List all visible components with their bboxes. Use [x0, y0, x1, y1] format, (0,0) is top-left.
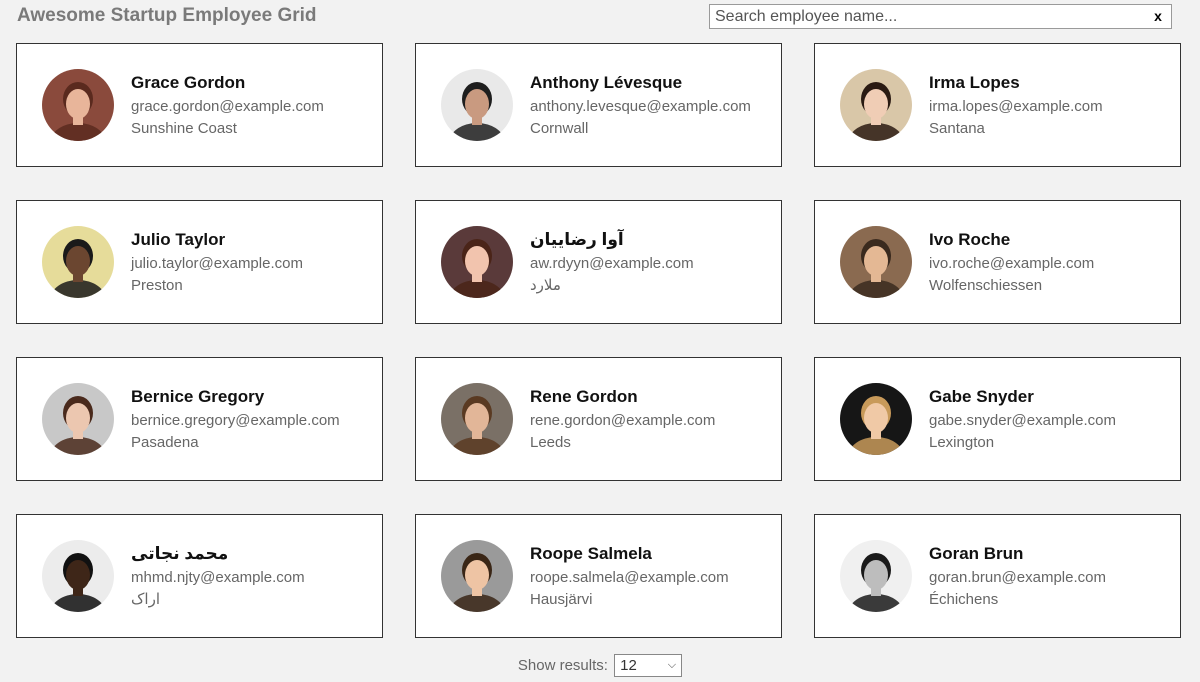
employee-card[interactable]: آوا رضاییان aw.rdyyn@example.com ملارد [415, 200, 782, 324]
clear-search-button[interactable]: x [1150, 7, 1166, 26]
employee-info: Irma Lopes irma.lopes@example.com Santana [929, 72, 1103, 139]
employee-email: irma.lopes@example.com [929, 98, 1103, 115]
employee-email: rene.gordon@example.com [530, 412, 716, 429]
search-input[interactable] [710, 5, 1145, 28]
employee-name: Anthony Lévesque [530, 73, 683, 92]
results-per-page-select[interactable]: 12 ⌵ [614, 654, 683, 677]
employee-city: Santana [929, 120, 985, 137]
avatar [441, 226, 513, 298]
employee-city: Hausjärvi [530, 591, 593, 608]
employee-card[interactable]: Anthony Lévesque anthony.levesque@example… [415, 43, 782, 167]
employee-email: bernice.gregory@example.com [131, 412, 340, 429]
avatar [441, 69, 513, 141]
employee-email: gabe.snyder@example.com [929, 412, 1116, 429]
employee-email: anthony.levesque@example.com [530, 98, 751, 115]
employee-email: aw.rdyyn@example.com [530, 255, 694, 272]
avatar [840, 69, 912, 141]
employee-name: Rene Gordon [530, 387, 638, 406]
employee-info: Gabe Snyder gabe.snyder@example.com Lexing… [929, 386, 1116, 453]
employee-city: Leeds [530, 434, 571, 451]
employee-name: Ivo Roche [929, 230, 1011, 249]
employee-city: Pasadena [131, 434, 199, 451]
employee-city: Sunshine Coast [131, 120, 237, 137]
employee-city: ملارد [530, 277, 561, 294]
employee-card[interactable]: Ivo Roche ivo.roche@example.com Wolfenschi… [814, 200, 1181, 324]
employee-info: Grace Gordon grace.gordon@example.com Suns… [131, 72, 324, 139]
employee-grid: Grace Gordon grace.gordon@example.com Suns… [16, 43, 1182, 638]
chevron-down-icon: ⌵ [667, 659, 677, 671]
employee-email: grace.gordon@example.com [131, 98, 324, 115]
employee-city: Lexington [929, 434, 995, 451]
employee-info: Bernice Gregory bernice.gregory@example.c… [131, 386, 340, 453]
results-footer: Show results: 12 ⌵ [0, 654, 1200, 677]
employee-card[interactable]: محمد نجاتی mhmd.njty@example.com اراک [16, 514, 383, 638]
employee-info: Roope Salmela roope.salmela@example.com Ha… [530, 543, 729, 610]
employee-info: Ivo Roche ivo.roche@example.com Wolfenschi… [929, 229, 1094, 296]
employee-name: Grace Gordon [131, 73, 246, 92]
employee-email: goran.brun@example.com [929, 569, 1106, 586]
employee-name: Roope Salmela [530, 544, 652, 563]
page-title: Awesome Startup Employee Grid [17, 5, 317, 26]
employee-name: آوا رضاییان [530, 230, 624, 249]
avatar [840, 226, 912, 298]
avatar [42, 540, 114, 612]
employee-info: Goran Brun goran.brun@example.com Échichen… [929, 543, 1106, 610]
employee-card[interactable]: Julio Taylor julio.taylor@example.com Pres… [16, 200, 383, 324]
employee-card[interactable]: Roope Salmela roope.salmela@example.com Ha… [415, 514, 782, 638]
employee-card[interactable]: Rene Gordon rene.gordon@example.com Leeds [415, 357, 782, 481]
employee-card[interactable]: Bernice Gregory bernice.gregory@example.c… [16, 357, 383, 481]
employee-card[interactable]: Goran Brun goran.brun@example.com Échichen… [814, 514, 1181, 638]
employee-card[interactable]: Grace Gordon grace.gordon@example.com Suns… [16, 43, 383, 167]
employee-info: آوا رضاییان aw.rdyyn@example.com ملارد [530, 229, 694, 296]
employee-email: ivo.roche@example.com [929, 255, 1095, 272]
employee-info: Anthony Lévesque anthony.levesque@example… [530, 72, 751, 139]
employee-city: Cornwall [530, 120, 589, 137]
avatar [441, 383, 513, 455]
avatar [441, 540, 513, 612]
avatar [840, 383, 912, 455]
employee-city: Échichens [929, 591, 999, 608]
employee-city: Wolfenschiessen [929, 277, 1043, 294]
employee-info: Julio Taylor julio.taylor@example.com Pres… [131, 229, 303, 296]
show-results-label: Show results: [517, 657, 608, 674]
employee-info: محمد نجاتی mhmd.njty@example.com اراک [131, 543, 305, 610]
employee-card[interactable]: Irma Lopes irma.lopes@example.com Santana [814, 43, 1181, 167]
avatar [42, 383, 114, 455]
results-per-page-value: 12 [620, 657, 637, 674]
avatar [42, 226, 114, 298]
employee-city: Preston [131, 277, 183, 294]
employee-name: Irma Lopes [929, 73, 1020, 92]
employee-city: اراک [131, 591, 161, 608]
search-box: x [709, 4, 1172, 29]
avatar [840, 540, 912, 612]
employee-email: roope.salmela@example.com [530, 569, 729, 586]
employee-name: Bernice Gregory [131, 387, 265, 406]
employee-name: Goran Brun [929, 544, 1024, 563]
employee-card[interactable]: Gabe Snyder gabe.snyder@example.com Lexing… [814, 357, 1181, 481]
avatar [42, 69, 114, 141]
employee-name: محمد نجاتی [131, 544, 229, 563]
employee-name: Gabe Snyder [929, 387, 1034, 406]
employee-info: Rene Gordon rene.gordon@example.com Leeds [530, 386, 715, 453]
employee-email: mhmd.njty@example.com [131, 569, 305, 586]
employee-name: Julio Taylor [131, 230, 226, 249]
employee-email: julio.taylor@example.com [131, 255, 303, 272]
